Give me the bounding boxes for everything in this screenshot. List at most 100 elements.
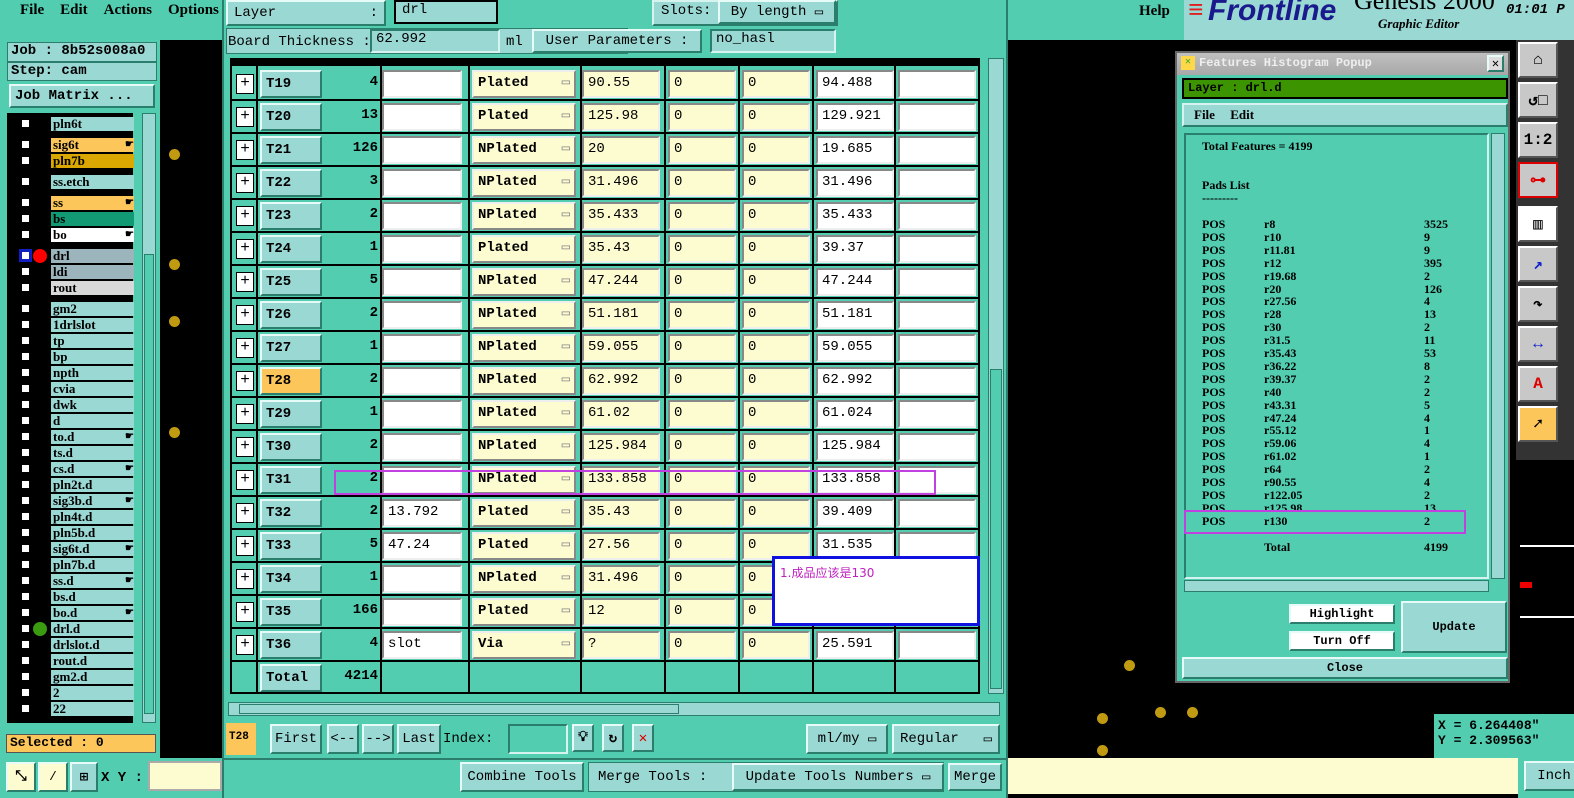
close-window-icon[interactable]: ✕ <box>1487 55 1504 72</box>
layer-item[interactable]: pln7b.d <box>51 558 134 572</box>
layer-checkbox[interactable] <box>19 334 32 347</box>
layer-checkbox[interactable] <box>19 638 32 651</box>
tool-field-c5[interactable]: 0 <box>742 301 810 329</box>
tool-field-c7[interactable] <box>898 136 976 164</box>
layer-item[interactable]: pln7b <box>51 154 134 168</box>
tool-field-c5[interactable]: 0 <box>742 367 810 395</box>
tool-field-c5[interactable]: 0 <box>742 136 810 164</box>
select-pointer-icon[interactable]: ➚ <box>1518 406 1558 442</box>
layer-checkbox[interactable] <box>19 398 32 411</box>
tool-field-c1[interactable] <box>382 433 462 461</box>
hole-type-dropdown[interactable]: Plated ▭ <box>472 499 576 527</box>
tool-field-c4[interactable]: 0 <box>668 499 736 527</box>
layer-checkbox[interactable] <box>19 558 32 571</box>
hole-type-dropdown[interactable]: Plated ▭ <box>472 70 576 98</box>
layer-item[interactable]: drlslot.d <box>51 638 134 652</box>
tool-field-c7[interactable] <box>898 235 976 263</box>
first-button[interactable]: First <box>270 724 322 754</box>
layer-checkbox[interactable] <box>19 281 32 294</box>
tool-field-c1[interactable] <box>382 301 462 329</box>
tool-button[interactable]: T21 <box>260 136 322 164</box>
tool-field-c1[interactable] <box>382 400 462 428</box>
zoom-extent-icon[interactable]: ⤡ <box>6 762 36 792</box>
text-icon[interactable]: A <box>1518 366 1558 402</box>
layer-checkbox[interactable] <box>19 494 32 507</box>
user-parameters-value[interactable]: no_hasl <box>710 29 836 53</box>
expand-icon[interactable]: + <box>236 470 254 490</box>
rotate-icon[interactable]: ↷ <box>1518 286 1558 322</box>
merge-option-dropdown[interactable]: Update Tools Numbers ▭ <box>732 763 944 791</box>
tool-button[interactable]: T30 <box>260 433 322 461</box>
tool-button[interactable]: T36 <box>260 631 322 659</box>
net-icon[interactable]: ⊶ <box>1518 162 1558 198</box>
slots-dropdown[interactable]: By length ▭ <box>718 0 836 24</box>
hole-type-dropdown[interactable]: NPlated ▭ <box>472 565 576 593</box>
expand-icon[interactable]: + <box>236 437 254 457</box>
layer-checkbox[interactable] <box>19 670 32 683</box>
menu-file[interactable]: File <box>20 2 44 19</box>
turn-off-button[interactable]: Turn Off <box>1289 631 1395 651</box>
tool-field-c7[interactable] <box>898 103 976 131</box>
tool-field-c6[interactable]: 94.488 <box>816 70 894 98</box>
hole-type-dropdown[interactable]: NPlated ▭ <box>472 433 576 461</box>
update-button[interactable]: Update <box>1401 601 1507 653</box>
tool-field-c7[interactable] <box>898 301 976 329</box>
tool-field-c6[interactable]: 47.244 <box>816 268 894 296</box>
layer-item[interactable]: ts.d <box>51 446 134 460</box>
tool-field-c6[interactable]: 31.496 <box>816 169 894 197</box>
histogram-vscrollbar[interactable] <box>1491 133 1505 579</box>
layer-item[interactable]: ss.etch <box>51 175 134 189</box>
layer-checkbox[interactable] <box>19 366 32 379</box>
tool-field-c6[interactable]: 51.181 <box>816 301 894 329</box>
tool-field-c3[interactable]: 31.496 <box>582 565 660 593</box>
ruler-icon[interactable]: ▥ <box>1518 206 1558 242</box>
tool-field-c4[interactable]: 0 <box>668 565 736 593</box>
xy-input[interactable] <box>148 761 222 791</box>
prev-button[interactable]: <-- <box>327 724 359 754</box>
layer-checkbox[interactable] <box>19 606 32 619</box>
layer-checkbox[interactable] <box>19 574 32 587</box>
scrollbar-thumb[interactable] <box>239 704 679 714</box>
tool-field-c7[interactable] <box>898 400 976 428</box>
grid-icon[interactable]: ⊞ <box>70 762 98 792</box>
tool-field-c3[interactable]: ? <box>582 631 660 659</box>
merge-button[interactable]: Merge <box>948 763 1002 791</box>
expand-icon[interactable]: + <box>236 536 254 556</box>
layer-checkbox[interactable] <box>19 228 32 241</box>
layer-item[interactable]: pln4t.d <box>51 510 134 524</box>
layer-item[interactable]: sig6t ☛ <box>51 138 134 152</box>
tool-field-c6[interactable]: 59.055 <box>816 334 894 362</box>
hole-type-dropdown[interactable]: Plated ▭ <box>472 598 576 626</box>
tool-button[interactable]: T33 <box>260 532 322 560</box>
tool-field-c1[interactable] <box>382 235 462 263</box>
layer-item[interactable]: gm2 <box>51 302 134 316</box>
tool-field-c7[interactable] <box>898 433 976 461</box>
layer-item[interactable]: bp <box>51 350 134 364</box>
tool-button[interactable]: T25 <box>260 268 322 296</box>
layer-checkbox[interactable] <box>19 212 32 225</box>
tool-field-c4[interactable]: 0 <box>668 169 736 197</box>
tool-field-c3[interactable]: 47.244 <box>582 268 660 296</box>
menu-options[interactable]: Options <box>168 2 219 19</box>
layer-checkbox[interactable] <box>19 196 32 209</box>
tool-field-c7[interactable] <box>898 499 976 527</box>
tool-field-c3[interactable]: 125.98 <box>582 103 660 131</box>
tool-field-c4[interactable]: 0 <box>668 301 736 329</box>
mode-dropdown[interactable]: Regular ▭ <box>892 724 1000 754</box>
tool-field-c1[interactable]: slot <box>382 631 462 659</box>
layer-checkbox[interactable] <box>19 622 32 635</box>
tool-button[interactable]: T24 <box>260 235 322 263</box>
layer-item[interactable]: bs <box>51 212 134 226</box>
histogram-hscrollbar[interactable] <box>1184 580 1489 592</box>
layer-item[interactable]: 22 <box>51 702 134 716</box>
tool-field-c7[interactable] <box>898 70 976 98</box>
expand-icon[interactable]: + <box>236 569 254 589</box>
layer-checkbox[interactable] <box>19 702 32 715</box>
tool-field-c3[interactable]: 125.984 <box>582 433 660 461</box>
tool-field-c1[interactable] <box>382 70 462 98</box>
expand-icon[interactable]: + <box>236 338 254 358</box>
expand-icon[interactable]: + <box>236 503 254 523</box>
tool-field-c3[interactable]: 35.43 <box>582 499 660 527</box>
tool-button[interactable]: T26 <box>260 301 322 329</box>
scrollbar-thumb[interactable] <box>144 254 154 714</box>
